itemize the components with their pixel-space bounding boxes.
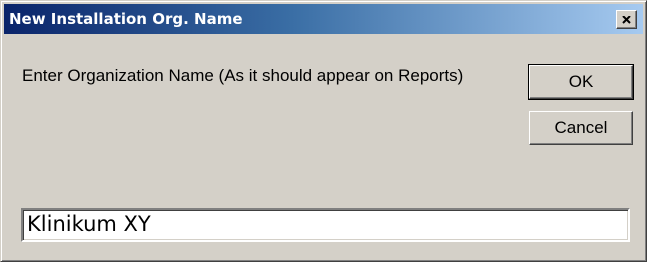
dialog-title: New Installation Org. Name — [9, 10, 243, 28]
dialog-window: New Installation Org. Name Enter Organiz… — [0, 0, 647, 262]
cancel-button[interactable]: Cancel — [529, 111, 633, 145]
organization-name-input[interactable]: Klinikum XY — [21, 208, 630, 242]
close-icon — [622, 15, 631, 24]
ok-button[interactable]: OK — [528, 64, 634, 100]
organization-name-prompt: Enter Organization Name (As it should ap… — [22, 66, 464, 85]
close-button[interactable] — [616, 10, 637, 29]
title-bar[interactable]: New Installation Org. Name — [4, 4, 643, 34]
